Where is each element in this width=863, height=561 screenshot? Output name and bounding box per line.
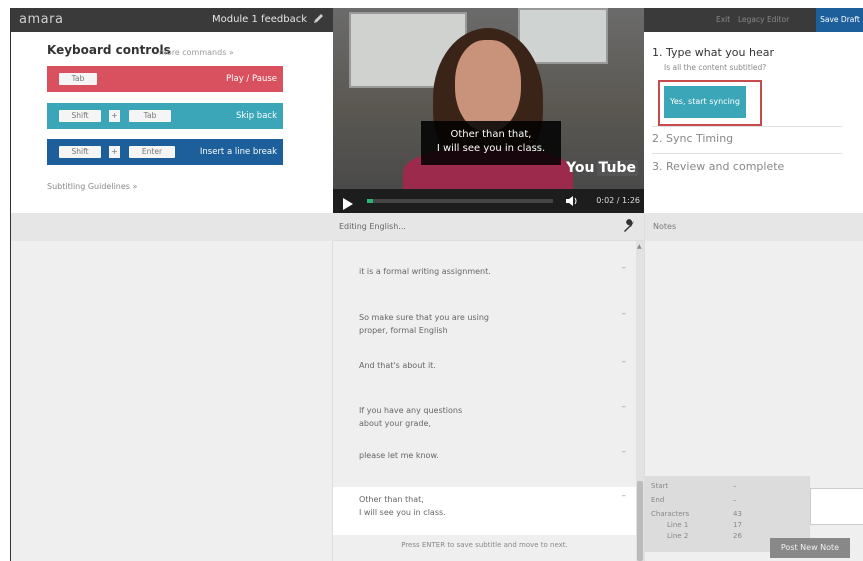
subtitle-row-active[interactable]: Other than that, I will see you in class… [333,487,636,535]
subtitle-text-line-2: proper, formal English [359,326,448,335]
subtitle-text-line-1: it is a formal writing assignment. [359,267,491,276]
steps-panel: Exit Legacy Editor Save Draft 1. Type wh… [644,8,863,213]
lower-workspace: Editing English... it is a formal writin… [11,213,863,561]
divider [652,153,842,154]
video-player[interactable]: Other than that, I will see you in class… [333,8,644,189]
shortcut-line-break: Shift + Enter Insert a line break [47,139,283,165]
remove-subtitle-icon[interactable]: – [622,263,627,273]
stat-end-label: End [651,496,665,504]
key-tab: Tab [129,110,171,122]
stat-line1-label: Line 1 [667,521,689,529]
top-bar-right: Exit Legacy Editor Save Draft [644,8,863,32]
amara-editor: amara Module 1 feedback Keyboard control… [10,8,863,561]
shortcut-label: Insert a line break [199,147,277,157]
subtitle-editor: Editing English... it is a formal writin… [333,213,644,561]
left-empty-panel [11,213,333,561]
step-2-heading: 2. Sync Timing [652,132,734,145]
stat-start-value: – [733,482,737,490]
subtitle-text-line-1: If you have any questions [359,406,463,415]
video-person-face [455,40,521,132]
subtitle-text-line-1[interactable]: Other than that, [359,493,424,506]
stat-line1-value: 17 [733,521,742,529]
divider [652,126,842,127]
subtitle-row[interactable]: please let me know. – [333,443,636,473]
step-1-question: Is all the content subtitled? [664,63,767,72]
timecode: 0:02 / 1:26 [596,196,640,205]
subtitle-text-line-1: And that's about it. [359,361,436,370]
remove-subtitle-icon[interactable]: – [622,309,627,319]
remove-subtitle-icon[interactable]: – [622,491,627,501]
remove-subtitle-icon[interactable]: – [622,402,627,412]
pencil-icon[interactable] [313,12,327,26]
note-textarea[interactable] [810,488,863,525]
shortcut-play-pause: Tab Play / Pause [47,66,283,92]
volume-icon[interactable] [565,194,579,208]
step-1-heading: 1. Type what you hear [652,46,774,59]
notes-label: Notes [653,222,677,231]
youtube-logo-you: You [566,160,595,176]
video-controls: 0:02 / 1:26 [333,189,644,213]
amara-logo: amara [19,12,64,27]
stat-start-label: Start [651,482,669,490]
shortcut-skip-back: Shift + Tab Skip back [47,103,283,129]
subtitle-row[interactable]: So make sure that you are using proper, … [333,305,636,345]
remove-subtitle-icon[interactable]: – [622,357,627,367]
keyboard-controls-title: Keyboard controls [47,43,171,57]
subtitling-guidelines-link[interactable]: Subtitling Guidelines » [47,182,137,191]
stat-end-value: – [733,496,737,504]
caption-line-2: I will see you in class. [436,143,546,154]
play-icon[interactable] [343,195,353,210]
scroll-up-icon[interactable]: ▲ [637,243,642,250]
stat-characters-label: Characters [651,510,690,518]
legacy-editor-link[interactable]: Legacy Editor [738,15,789,24]
youtube-logo-tube: Tube [596,160,638,176]
subtitle-overlay: Other than that, I will see you in class… [421,121,561,165]
enter-hint: Press ENTER to save subtitle and move to… [401,541,568,549]
more-commands-link[interactable]: more commands » [159,48,234,57]
video-title: Module 1 feedback [211,14,307,25]
subtitle-text-line-2: about your grade, [359,419,431,428]
subtitle-row[interactable]: it is a formal writing assignment. – [333,253,636,287]
editing-language-label: Editing English... [339,222,406,231]
editor-header: Editing English... [333,213,644,241]
start-syncing-button[interactable]: Yes, start syncing [664,86,746,118]
subtitle-text-line-2[interactable]: I will see you in class. [359,506,446,519]
progress-fill [367,199,373,203]
notes-header: Notes [645,213,863,241]
notes-panel: Notes Start – End – Characters 43 Line 1… [644,213,863,561]
key-tab: Tab [59,73,97,85]
plus-sign: + [109,110,120,122]
plus-sign: + [109,146,120,158]
wrench-icon[interactable] [622,219,636,233]
key-enter: Enter [129,146,175,158]
save-draft-button[interactable]: Save Draft [816,8,863,32]
caption-line-1: Other than that, [450,129,532,140]
subtitle-row[interactable]: If you have any questions about your gra… [333,398,636,438]
stat-line2-label: Line 2 [667,532,689,540]
key-shift: Shift [59,146,101,158]
keyboard-panel: amara Module 1 feedback Keyboard control… [11,8,333,213]
progress-bar[interactable] [367,199,553,203]
youtube-logo: You Tube [564,160,638,176]
shortcut-label: Play / Pause [226,74,277,84]
remove-subtitle-icon[interactable]: – [622,447,627,457]
stat-characters-value: 43 [733,510,742,518]
shortcut-label: Skip back [236,111,277,121]
scroll-thumb[interactable] [637,481,643,561]
subtitle-text-line-1: please let me know. [359,451,439,460]
exit-link[interactable]: Exit [716,15,730,24]
key-shift: Shift [59,110,101,122]
step-3-heading: 3. Review and complete [652,160,785,173]
stat-line2-value: 26 [733,532,742,540]
subtitle-text-line-1: So make sure that you are using [359,313,489,322]
left-panel-header [11,213,333,241]
post-new-note-button[interactable]: Post New Note [770,538,850,558]
subtitle-row[interactable]: And that's about it. – [333,353,636,383]
top-bar: amara Module 1 feedback [11,8,333,32]
editor-scrollbar[interactable]: ▲ [636,241,644,561]
